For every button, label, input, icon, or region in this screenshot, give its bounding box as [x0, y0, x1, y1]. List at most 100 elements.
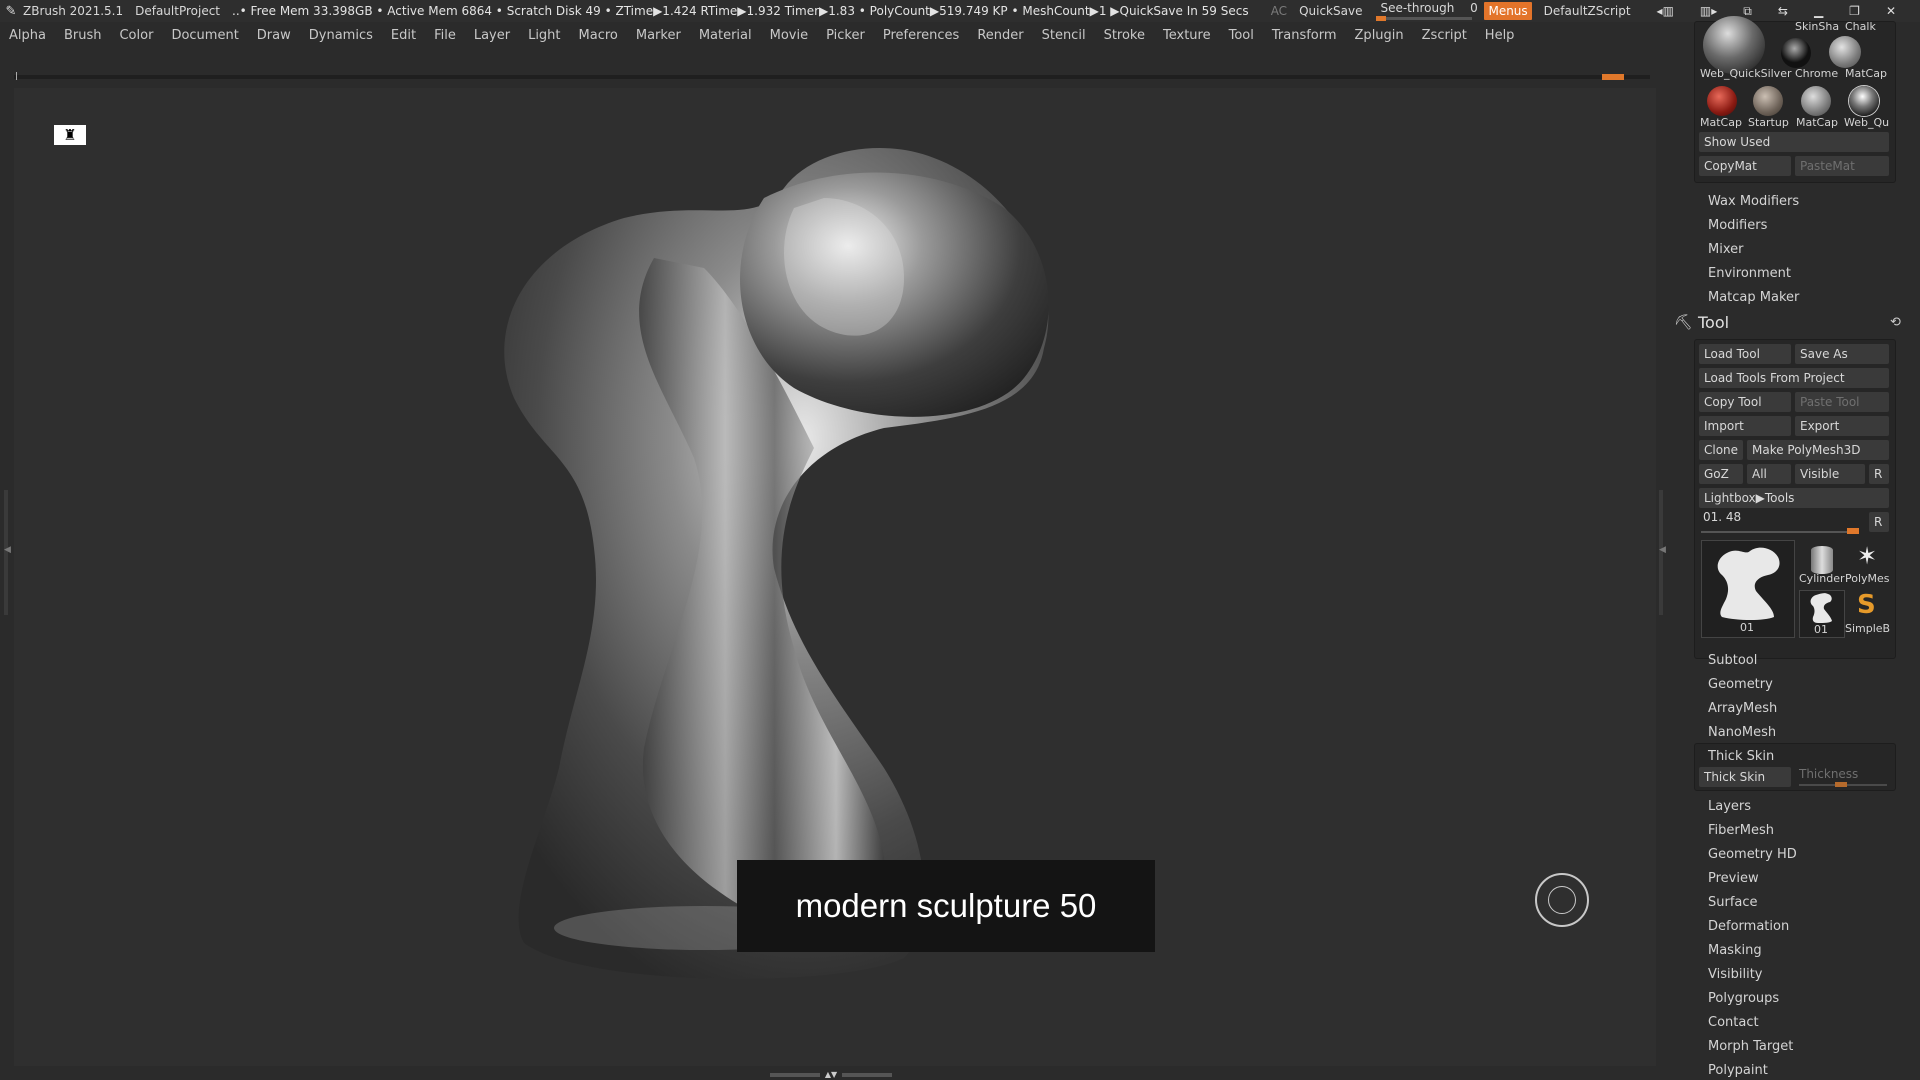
web-qu-thumb[interactable] — [1849, 86, 1879, 116]
menu-texture[interactable]: Texture — [1154, 28, 1220, 43]
menu-material[interactable]: Material — [690, 28, 761, 43]
menu-picker[interactable]: Picker — [817, 28, 874, 43]
menu-layers[interactable]: Layers — [1708, 799, 1751, 814]
copy-tool-button[interactable]: Copy Tool — [1699, 392, 1791, 412]
sculpture-model[interactable] — [464, 128, 1164, 988]
menu-wax-modifiers[interactable]: Wax Modifiers — [1708, 194, 1799, 209]
ac-button[interactable]: AC — [1271, 4, 1287, 18]
show-used-button[interactable]: Show Used — [1699, 132, 1889, 152]
menu-zscript[interactable]: Zscript — [1413, 28, 1476, 43]
startup-thumb[interactable] — [1753, 86, 1783, 116]
goz-r-button[interactable]: R — [1869, 464, 1889, 484]
current-tool-thumb[interactable]: 01 — [1701, 540, 1795, 638]
menu-light[interactable]: Light — [519, 28, 569, 43]
copymat-button[interactable]: CopyMat — [1699, 156, 1791, 176]
load-tool-button[interactable]: Load Tool — [1699, 344, 1791, 364]
pastemat-button[interactable]: PasteMat — [1795, 156, 1889, 176]
default-zscript-button[interactable]: DefaultZScript — [1544, 4, 1631, 18]
menu-modifiers[interactable]: Modifiers — [1708, 218, 1767, 233]
matcap-gray-thumb[interactable] — [1801, 86, 1831, 116]
menu-draw[interactable]: Draw — [248, 28, 300, 43]
matcap-thumb[interactable] — [1829, 36, 1861, 68]
menu-document[interactable]: Document — [162, 28, 247, 43]
tool-slider-knob[interactable] — [1847, 528, 1859, 534]
menu-transform[interactable]: Transform — [1263, 28, 1346, 43]
thickness-slider-knob[interactable] — [1835, 782, 1847, 787]
menu-preferences[interactable]: Preferences — [874, 28, 968, 43]
menu-dynamics[interactable]: Dynamics — [300, 28, 382, 43]
goz-all-button[interactable]: All — [1747, 464, 1791, 484]
menu-edit[interactable]: Edit — [382, 28, 425, 43]
menu-polygroups[interactable]: Polygroups — [1708, 991, 1779, 1006]
cylinder-tool-thumb[interactable]: Cylinder — [1799, 542, 1845, 586]
menu-render[interactable]: Render — [968, 28, 1032, 43]
menu-environment[interactable]: Environment — [1708, 266, 1791, 281]
menu-macro[interactable]: Macro — [570, 28, 627, 43]
menu-visibility[interactable]: Visibility — [1708, 967, 1762, 982]
layout-right-icon[interactable]: ▥▸ — [1700, 4, 1717, 19]
make-polymesh3d-button[interactable]: Make PolyMesh3D — [1747, 440, 1889, 460]
right-tray-arrow-icon[interactable]: ◀ — [1659, 545, 1666, 555]
menu-movie[interactable]: Movie — [761, 28, 817, 43]
menu-polypaint[interactable]: Polypaint — [1708, 1063, 1768, 1078]
left-tray-arrow-icon[interactable]: ◀ — [4, 545, 11, 555]
menu-alpha[interactable]: Alpha — [0, 28, 55, 43]
menu-nanomesh[interactable]: NanoMesh — [1708, 725, 1776, 740]
minimize-icon[interactable]: ▁ — [1814, 4, 1823, 19]
menu-brush[interactable]: Brush — [55, 28, 111, 43]
menu-marker[interactable]: Marker — [627, 28, 690, 43]
see-through-slider[interactable]: See-through 0 — [1374, 0, 1478, 22]
clone-button[interactable]: Clone — [1699, 440, 1743, 460]
menu-layer[interactable]: Layer — [465, 28, 519, 43]
polymesh-star-thumb[interactable]: ✶ PolyMes — [1845, 542, 1890, 586]
menu-geometry-hd[interactable]: Geometry HD — [1708, 847, 1797, 862]
menu-masking[interactable]: Masking — [1708, 943, 1762, 958]
refresh-icon[interactable]: ⟲ — [1890, 315, 1901, 330]
export-button[interactable]: Export — [1795, 416, 1889, 436]
menus-toggle-button[interactable]: Menus — [1484, 2, 1532, 20]
layout-left-icon[interactable]: ◂▥ — [1657, 4, 1674, 19]
menu-tool[interactable]: Tool — [1220, 28, 1263, 43]
menu-color[interactable]: Color — [110, 28, 162, 43]
matcap-red-thumb[interactable] — [1707, 86, 1737, 116]
goz-button[interactable]: GoZ — [1699, 464, 1743, 484]
lightbox-tools-button[interactable]: Lightbox▶Tools — [1699, 488, 1889, 508]
bottom-tray-handle[interactable]: ▲▼ — [770, 1071, 900, 1079]
close-icon[interactable]: ✕ — [1886, 4, 1896, 19]
thick-skin-button[interactable]: Thick Skin — [1699, 767, 1791, 787]
menu-preview[interactable]: Preview — [1708, 871, 1759, 886]
menu-subtool[interactable]: Subtool — [1708, 653, 1757, 668]
menu-thick-skin[interactable]: Thick Skin — [1708, 749, 1774, 764]
restore-icon[interactable]: ❐ — [1849, 4, 1860, 19]
menu-deformation[interactable]: Deformation — [1708, 919, 1789, 934]
quicksave-button[interactable]: QuickSave — [1299, 4, 1362, 18]
menu-stencil[interactable]: Stencil — [1033, 28, 1095, 43]
navigation-icon[interactable]: ♜ — [54, 125, 86, 145]
menu-zplugin[interactable]: Zplugin — [1346, 28, 1413, 43]
import-button[interactable]: Import — [1699, 416, 1791, 436]
menu-mixer[interactable]: Mixer — [1708, 242, 1743, 257]
expand-arrow-icon[interactable]: ▲▼ — [824, 1071, 838, 1079]
goz-visible-button[interactable]: Visible — [1795, 464, 1865, 484]
menu-geometry[interactable]: Geometry — [1708, 677, 1773, 692]
shelf-marker[interactable] — [1602, 74, 1624, 80]
record-button[interactable] — [1535, 873, 1589, 927]
paste-tool-button[interactable]: Paste Tool — [1795, 392, 1889, 412]
menu-surface[interactable]: Surface — [1708, 895, 1758, 910]
menu-fibermesh[interactable]: FiberMesh — [1708, 823, 1774, 838]
menu-contact[interactable]: Contact — [1708, 1015, 1759, 1030]
windows-icon[interactable]: ⧉ — [1743, 4, 1752, 19]
menu-help[interactable]: Help — [1476, 28, 1524, 43]
menu-arraymesh[interactable]: ArrayMesh — [1708, 701, 1777, 716]
chrome-thumb[interactable] — [1781, 38, 1811, 68]
simplebrush-thumb[interactable]: S SimpleB — [1845, 590, 1890, 636]
web-quicksilver-thumb[interactable] — [1703, 16, 1765, 74]
tool-slider-r-button[interactable]: R — [1869, 512, 1889, 532]
menu-file[interactable]: File — [425, 28, 465, 43]
swap-icon[interactable]: ⇆ — [1778, 4, 1788, 19]
menu-morph-target[interactable]: Morph Target — [1708, 1039, 1793, 1054]
tool-slider[interactable] — [1701, 531, 1857, 533]
load-tools-from-project-button[interactable]: Load Tools From Project — [1699, 368, 1889, 388]
tool-small-thumb[interactable]: 01 — [1799, 590, 1845, 638]
save-as-button[interactable]: Save As — [1795, 344, 1889, 364]
